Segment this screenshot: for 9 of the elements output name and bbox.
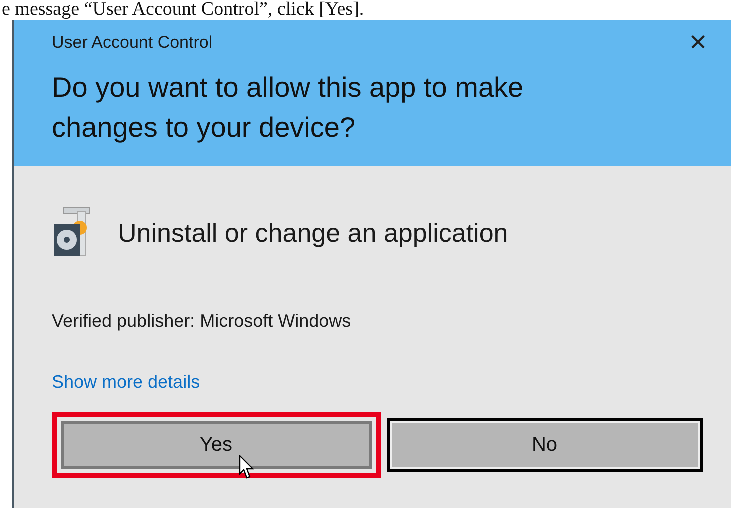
publisher-text: Verified publisher: Microsoft Windows xyxy=(52,310,352,333)
instruction-text: e message “User Account Control”, click [Yes]. xyxy=(2,0,366,20)
show-details-link[interactable]: Show more details xyxy=(52,372,200,392)
app-name: Uninstall or change an application xyxy=(118,216,508,250)
dialog-button[interactable]: Yes xyxy=(61,421,372,469)
window-title: User Account Control xyxy=(52,32,213,54)
dialog-button[interactable]: No xyxy=(390,421,700,469)
question-heading: Do you want to allow this app to make changes to your device? xyxy=(52,71,525,145)
close-button[interactable]: × xyxy=(681,30,715,56)
